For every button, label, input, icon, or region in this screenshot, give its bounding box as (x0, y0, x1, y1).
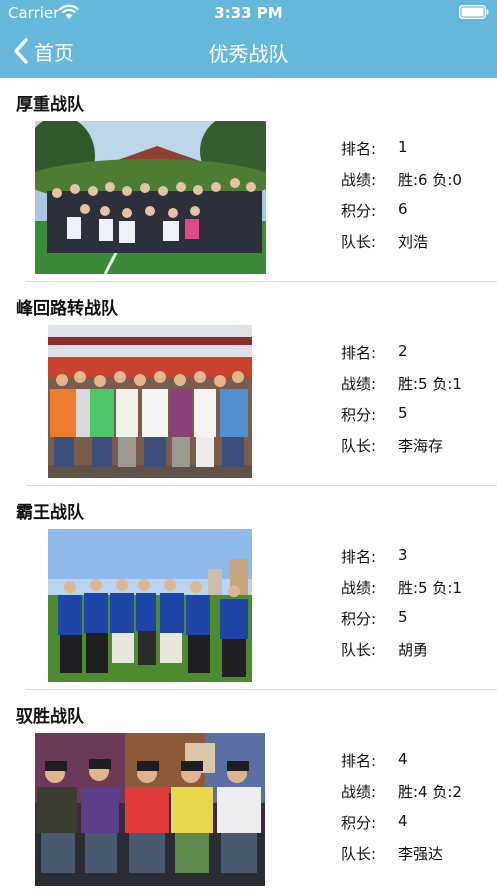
rank-value: 4 (398, 750, 408, 768)
rank-label: 排名: (341, 344, 377, 362)
team-row[interactable]: 驭胜战队 排名: 4 战绩: 胜:4 负:2 积分: 4 队长: 李强达 (0, 690, 497, 894)
page-title: 优秀战队 (208, 42, 289, 66)
rank-row: 排名: 1 (341, 138, 462, 169)
team-stats: 排名: 4 战绩: 胜:4 负:2 积分: 4 队长: 李强达 (341, 750, 462, 874)
team-name: 峰回路转战队 (16, 299, 118, 319)
record-label: 战绩: (341, 783, 377, 801)
captain-label: 队长: (341, 641, 377, 659)
points-label: 积分: (341, 610, 377, 628)
points-value: 4 (398, 812, 408, 830)
captain-row: 队长: 李海存 (341, 435, 462, 466)
rank-row: 排名: 3 (341, 546, 462, 577)
points-label: 积分: (341, 202, 377, 220)
team-name: 霸王战队 (16, 503, 84, 523)
captain-row: 队长: 胡勇 (341, 639, 462, 670)
record-value: 胜:5 负:1 (398, 375, 462, 393)
captain-label: 队长: (341, 845, 377, 863)
rank-label: 排名: (341, 548, 377, 566)
captain-value: 胡勇 (398, 641, 429, 659)
team-photo (48, 529, 252, 682)
record-row: 战绩: 胜:5 负:1 (341, 373, 462, 404)
captain-row: 队长: 李强达 (341, 843, 462, 874)
rank-value: 1 (398, 138, 408, 156)
captain-label: 队长: (341, 233, 377, 251)
points-row: 积分: 4 (341, 812, 462, 843)
team-row[interactable]: 厚重战队 排名: 1 战绩: 胜:6 负:0 积分: 6 队长: 刘浩 (0, 78, 497, 282)
captain-row: 队长: 刘浩 (341, 231, 462, 262)
team-stats: 排名: 1 战绩: 胜:6 负:0 积分: 6 队长: 刘浩 (341, 138, 462, 262)
team-photo (35, 733, 265, 886)
status-bar: Carrier 3:33 PM (0, 0, 497, 26)
clock: 3:33 PM (214, 4, 283, 22)
team-list: 厚重战队 排名: 1 战绩: 胜:6 负:0 积分: 6 队长: 刘浩 峰回路转… (0, 78, 497, 894)
record-row: 战绩: 胜:5 负:1 (341, 577, 462, 608)
header: Carrier 3:33 PM 首页 优秀战队 (0, 0, 497, 78)
points-row: 积分: 6 (341, 200, 462, 231)
captain-label: 队长: (341, 437, 377, 455)
team-name: 驭胜战队 (16, 707, 84, 727)
points-row: 积分: 5 (341, 404, 462, 435)
captain-value: 刘浩 (398, 233, 429, 251)
record-value: 胜:4 负:2 (398, 783, 462, 801)
team-stats: 排名: 3 战绩: 胜:5 负:1 积分: 5 队长: 胡勇 (341, 546, 462, 670)
record-label: 战绩: (341, 375, 377, 393)
record-value: 胜:6 负:0 (398, 171, 462, 189)
team-stats: 排名: 2 战绩: 胜:5 负:1 积分: 5 队长: 李海存 (341, 342, 462, 466)
points-label: 积分: (341, 406, 377, 424)
record-row: 战绩: 胜:6 负:0 (341, 169, 462, 200)
rank-value: 3 (398, 546, 408, 564)
navigation-bar: 首页 优秀战队 (0, 26, 497, 78)
rank-label: 排名: (341, 140, 377, 158)
record-label: 战绩: (341, 579, 377, 597)
team-photo (48, 325, 252, 478)
points-value: 5 (398, 608, 408, 626)
team-row[interactable]: 霸王战队 排名: 3 战绩: 胜:5 负:1 积分: 5 队长: 胡勇 (0, 486, 497, 690)
rank-value: 2 (398, 342, 408, 360)
record-value: 胜:5 负:1 (398, 579, 462, 597)
rank-label: 排名: (341, 752, 377, 770)
captain-value: 李强达 (398, 845, 444, 863)
points-value: 6 (398, 200, 408, 218)
team-name: 厚重战队 (16, 95, 84, 115)
points-value: 5 (398, 404, 408, 422)
battery-icon (459, 5, 489, 19)
points-label: 积分: (341, 814, 377, 832)
record-row: 战绩: 胜:4 负:2 (341, 781, 462, 812)
captain-value: 李海存 (398, 437, 444, 455)
team-row[interactable]: 峰回路转战队 排名: 2 战绩: 胜:5 负:1 积分: 5 队长: 李海存 (0, 282, 497, 486)
rank-row: 排名: 2 (341, 342, 462, 373)
rank-row: 排名: 4 (341, 750, 462, 781)
points-row: 积分: 5 (341, 608, 462, 639)
team-photo (35, 121, 266, 274)
record-label: 战绩: (341, 171, 377, 189)
